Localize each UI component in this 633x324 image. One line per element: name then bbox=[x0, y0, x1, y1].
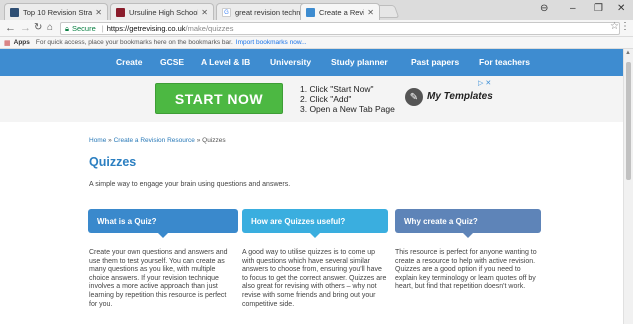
scroll-up-icon[interactable]: ▲ bbox=[625, 50, 631, 56]
ad-choices-icon[interactable]: ▷ ✕ bbox=[478, 79, 491, 87]
ad-step: 1. Click "Start Now" bbox=[300, 84, 374, 94]
card-how-useful: How are Quizzes useful? bbox=[242, 209, 388, 238]
nav-past-papers[interactable]: Past papers bbox=[411, 57, 459, 67]
google-icon: G bbox=[222, 7, 231, 17]
security-label: Secure bbox=[72, 24, 96, 33]
menu-icon[interactable]: ⋮ bbox=[620, 21, 630, 32]
home-icon[interactable]: ⌂ bbox=[47, 22, 53, 33]
back-icon[interactable]: ← bbox=[5, 22, 16, 34]
page-title: Quizzes bbox=[89, 155, 137, 169]
tab-bar: Top 10 Revision Strategie ✕ Ursuline Hig… bbox=[0, 0, 633, 20]
lock-icon: 🔒︎ bbox=[65, 23, 69, 33]
apps-link[interactable]: Apps bbox=[14, 39, 30, 46]
tab-title: Ursuline High School - H bbox=[129, 7, 199, 17]
page-lead: A simple way to engage your brain using … bbox=[89, 181, 291, 188]
text-line: for you. bbox=[89, 300, 113, 308]
url-host: https://getrevising.co.uk bbox=[106, 24, 186, 33]
text-line: A good way to utilise quizzes is to come… bbox=[242, 249, 376, 256]
breadcrumb: Home » Create a Revision Resource » Quiz… bbox=[89, 137, 226, 144]
apps-grid-icon[interactable]: ▦ bbox=[4, 39, 11, 47]
breadcrumb-separator: » bbox=[108, 137, 112, 144]
text-line: to focus to get the correct answer. Quiz… bbox=[242, 274, 387, 282]
maximize-icon[interactable]: ❐ bbox=[594, 3, 603, 14]
nav-for-teachers[interactable]: For teachers bbox=[479, 57, 530, 67]
text-line: learning by repetition this resource is … bbox=[89, 291, 227, 299]
tab-favicon-icon bbox=[306, 7, 315, 17]
tab-favicon-icon bbox=[10, 7, 19, 17]
text-line: many questions as you like, with multipl… bbox=[89, 266, 216, 274]
my-templates-logo-icon: ✎ bbox=[405, 88, 423, 106]
minimize-icon[interactable]: – bbox=[570, 3, 576, 14]
nav-university[interactable]: University bbox=[270, 57, 311, 67]
text-line: Create your own questions and answers an… bbox=[89, 249, 228, 256]
text-line: heart, but find that repetition doesn't … bbox=[395, 283, 526, 291]
card-text-why: This resource is perfect for anyone want… bbox=[395, 249, 545, 292]
tab-title: Top 10 Revision Strategie bbox=[23, 7, 93, 17]
close-tab-icon[interactable]: ✕ bbox=[95, 8, 102, 17]
ad-steps: 1. Click "Start Now" 2. Click "Add" 3. O… bbox=[300, 84, 395, 114]
profile-icon[interactable]: ⊖ bbox=[540, 3, 548, 14]
bookmarks-bar: ▦ Apps For quick access, place your book… bbox=[0, 37, 633, 49]
breadcrumb-create[interactable]: Create a Revision Resource bbox=[114, 137, 195, 144]
text-line: use them to test yourself. You can creat… bbox=[89, 257, 225, 265]
ad-start-button[interactable]: START NOW bbox=[155, 83, 283, 114]
bookmark-star-icon[interactable]: ☆ bbox=[610, 21, 619, 32]
text-line: create a resource to help with active re… bbox=[395, 257, 536, 265]
close-tab-icon[interactable]: ✕ bbox=[201, 8, 208, 17]
url-separator: | bbox=[101, 24, 104, 33]
browser-tab[interactable]: Ursuline High School - H ✕ bbox=[110, 3, 214, 20]
scrollbar-thumb[interactable] bbox=[626, 62, 631, 180]
ad-step: 3. Open a New Tab Page bbox=[300, 104, 395, 114]
close-window-icon[interactable]: ✕ bbox=[617, 3, 625, 14]
card-text-what: Create your own questions and answers an… bbox=[89, 249, 239, 309]
text-line: explain key terminology or learn quotes … bbox=[395, 274, 536, 282]
url-input[interactable]: 🔒︎ Secure | https://getrevising.co.uk /m… bbox=[60, 22, 620, 35]
tab-title: great revision technique bbox=[235, 7, 304, 17]
nav-a-level-ib[interactable]: A Level & IB bbox=[201, 57, 250, 67]
import-bookmarks-link[interactable]: Import bookmarks now... bbox=[236, 39, 307, 46]
browser-tab-active[interactable]: Create a Revision Resour ✕ bbox=[300, 3, 380, 20]
text-line: competitive side. bbox=[242, 300, 295, 308]
text-line: Quizzes are a good option if you need to bbox=[395, 266, 521, 274]
ad-step: 2. Click "Add" bbox=[300, 94, 352, 104]
address-bar: ← → ↻ ⌂ 🔒︎ Secure | https://getrevising.… bbox=[0, 20, 633, 37]
breadcrumb-current: Quizzes bbox=[202, 137, 226, 144]
close-tab-icon[interactable]: ✕ bbox=[367, 8, 374, 17]
tab-title: Create a Revision Resour bbox=[319, 7, 365, 17]
browser-tab[interactable]: Top 10 Revision Strategie ✕ bbox=[4, 3, 108, 20]
nav-study-planner[interactable]: Study planner bbox=[331, 57, 388, 67]
breadcrumb-home[interactable]: Home bbox=[89, 137, 106, 144]
card-why-create: Why create a Quiz? bbox=[395, 209, 541, 238]
ad-brand: My Templates bbox=[427, 91, 493, 102]
reload-icon[interactable]: ↻ bbox=[34, 22, 42, 33]
text-line: with questions which have several simila… bbox=[242, 257, 370, 265]
forward-icon[interactable]: → bbox=[20, 22, 31, 34]
text-line: also great for revising with others – wh… bbox=[242, 283, 377, 291]
nav-create[interactable]: Create bbox=[116, 57, 142, 67]
site-nav: Create GCSE A Level & IB University Stud… bbox=[0, 49, 623, 76]
url-path: /make/quizzes bbox=[185, 24, 234, 33]
ad-banner: START NOW 1. Click "Start Now" 2. Click … bbox=[0, 76, 623, 122]
tab-favicon-icon bbox=[116, 7, 125, 17]
breadcrumb-separator: » bbox=[196, 137, 201, 144]
nav-gcse[interactable]: GCSE bbox=[160, 57, 184, 67]
bookmarks-hint: For quick access, place your bookmarks h… bbox=[35, 39, 233, 46]
text-line: choice answers. If your revision techniq… bbox=[89, 274, 219, 282]
text-line: answers to choose from, ensuring you'll … bbox=[242, 266, 382, 274]
card-what-is-quiz: What is a Quiz? bbox=[88, 209, 238, 238]
text-line: This resource is perfect for anyone want… bbox=[395, 249, 537, 256]
card-text-how: A good way to utilise quizzes is to come… bbox=[242, 249, 392, 309]
text-line: involves a more active approach than jus… bbox=[89, 283, 218, 291]
text-line: revise with some friends and bring out y… bbox=[242, 291, 376, 299]
